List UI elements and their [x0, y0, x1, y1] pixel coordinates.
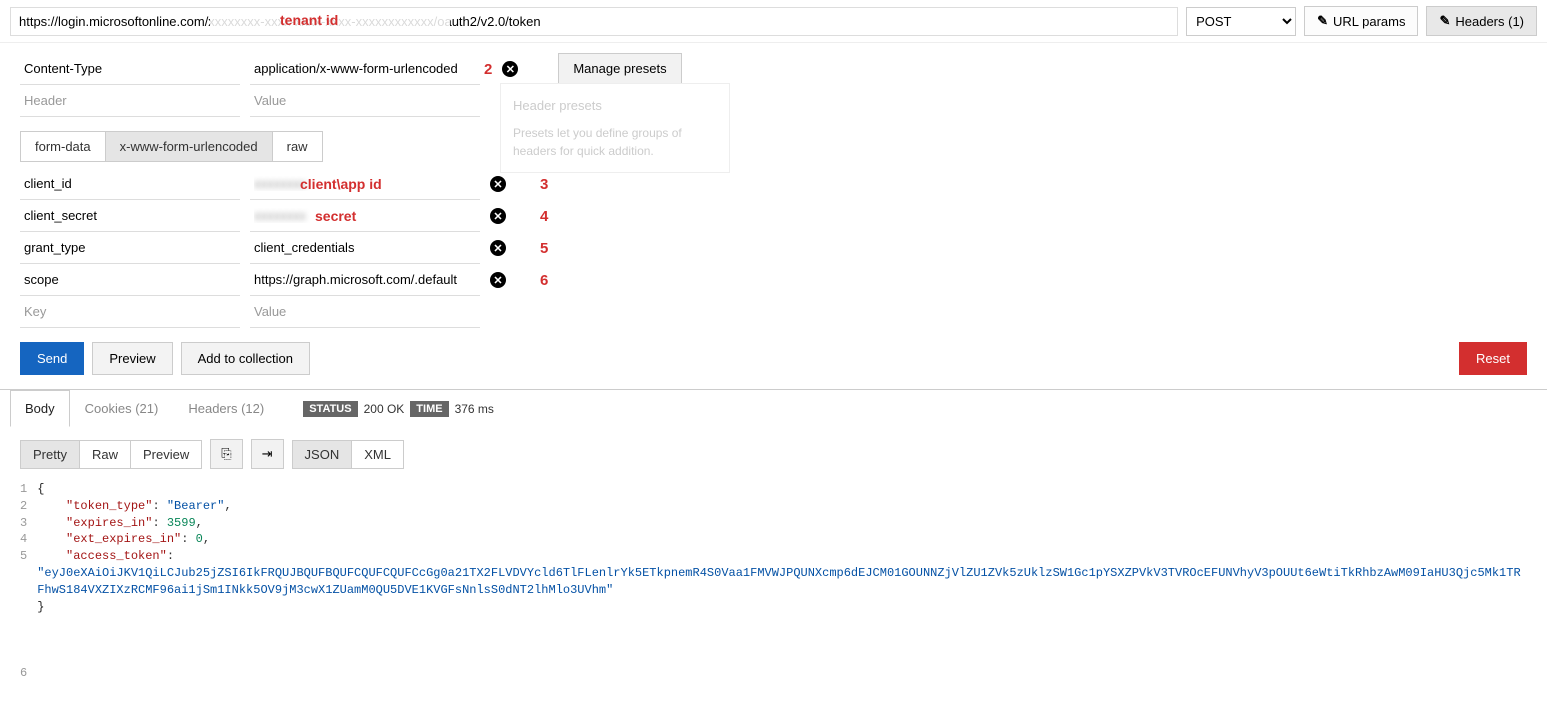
body-form-rows: client\app id ✕ 3 secret ✕ 4 ✕ 5 ✕ 6 — [0, 168, 1547, 328]
status-label-badge: STATUS — [303, 401, 357, 417]
body-type-tabs: form-data x-www-form-urlencoded raw — [20, 131, 323, 162]
http-method-select[interactable]: POST — [1186, 7, 1296, 36]
header-value-input[interactable] — [250, 85, 480, 117]
delete-icon[interactable]: ✕ — [490, 176, 506, 192]
url-input[interactable] — [10, 7, 1178, 36]
status-block: STATUS 200 OK TIME 376 ms — [303, 401, 494, 417]
reset-button[interactable]: Reset — [1459, 342, 1527, 375]
annotation-number: 3 — [540, 176, 548, 193]
response-tab-cookies[interactable]: Cookies (21) — [70, 390, 174, 427]
view-mode-group: Pretty Raw Preview — [20, 440, 202, 469]
header-value-input[interactable] — [250, 53, 480, 85]
format-group: JSON XML — [292, 440, 404, 469]
body-row: ✕ 5 — [20, 232, 1527, 264]
raw-button[interactable]: Raw — [80, 441, 131, 468]
response-toolbar: Pretty Raw Preview ⎘ ⇥ JSON XML — [0, 427, 1547, 477]
body-key-input[interactable] — [20, 296, 240, 328]
pretty-button[interactable]: Pretty — [21, 441, 80, 468]
delete-icon[interactable]: ✕ — [490, 240, 506, 256]
body-row-empty — [20, 296, 1527, 328]
body-value-input[interactable] — [250, 200, 480, 232]
annotation-number: 5 — [540, 240, 548, 257]
edit-icon: ✎ — [1317, 13, 1328, 29]
tab-form-data[interactable]: form-data — [21, 132, 106, 161]
headers-button[interactable]: ✎ Headers (1) — [1426, 6, 1537, 36]
body-key-input[interactable] — [20, 232, 240, 264]
action-row: Send Preview Add to collection Reset — [0, 328, 1547, 389]
url-params-button[interactable]: ✎ URL params — [1304, 6, 1418, 36]
add-collection-button[interactable]: Add to collection — [181, 342, 310, 375]
response-tab-headers[interactable]: Headers (12) — [173, 390, 279, 427]
body-value-input[interactable] — [250, 168, 480, 200]
body-key-input[interactable] — [20, 200, 240, 232]
response-tab-body[interactable]: Body — [10, 390, 70, 427]
header-row: 2 ✕ — [20, 53, 518, 85]
url-wrapper: tenant id — [10, 7, 1178, 36]
delete-icon[interactable]: ✕ — [490, 272, 506, 288]
header-key-input[interactable] — [20, 85, 240, 117]
edit-icon: ✎ — [1439, 13, 1450, 29]
preview-response-button[interactable]: Preview — [131, 441, 201, 468]
body-key-input[interactable] — [20, 264, 240, 296]
tooltip-title: Header presets — [513, 96, 717, 116]
response-tab-bar: Body Cookies (21) Headers (12) STATUS 20… — [0, 389, 1547, 427]
request-top-bar: tenant id POST ✎ URL params ✎ Headers (1… — [0, 0, 1547, 43]
headers-label: Headers (1) — [1455, 14, 1524, 29]
headers-table: 2 ✕ — [20, 53, 518, 117]
preview-button[interactable]: Preview — [92, 342, 172, 375]
delete-icon[interactable]: ✕ — [502, 61, 518, 77]
tab-raw[interactable]: raw — [273, 132, 322, 161]
header-key-input[interactable] — [20, 53, 240, 85]
line-gutter: 1 2 3 4 5 6 — [20, 481, 37, 682]
header-row-empty — [20, 85, 518, 117]
tab-urlencoded[interactable]: x-www-form-urlencoded — [106, 132, 273, 161]
body-value-input[interactable] — [250, 264, 480, 296]
body-row: client\app id ✕ 3 — [20, 168, 1527, 200]
send-button[interactable]: Send — [20, 342, 84, 375]
code-content[interactable]: { "token_type": "Bearer", "expires_in": … — [37, 481, 1527, 682]
tooltip-body: Presets let you define groups of headers… — [513, 124, 717, 160]
body-key-input[interactable] — [20, 168, 240, 200]
url-params-label: URL params — [1333, 14, 1405, 29]
json-button[interactable]: JSON — [293, 441, 353, 468]
body-row: secret ✕ 4 — [20, 200, 1527, 232]
annotation-number: 6 — [540, 272, 548, 289]
xml-button[interactable]: XML — [352, 441, 403, 468]
body-row: ✕ 6 — [20, 264, 1527, 296]
headers-section: 2 ✕ Manage presets Header presets Preset… — [0, 43, 1547, 117]
annotation-number: 4 — [540, 208, 548, 225]
response-code-area: 1 2 3 4 5 6 { "token_type": "Bearer", "e… — [0, 477, 1547, 702]
annotation-number: 2 — [484, 61, 492, 78]
body-value-input[interactable] — [250, 296, 480, 328]
copy-icon[interactable]: ⎘ — [210, 439, 242, 469]
status-value: 200 OK — [364, 402, 405, 416]
manage-presets-button[interactable]: Manage presets — [558, 53, 681, 84]
presets-tooltip: Header presets Presets let you define gr… — [500, 83, 730, 173]
time-value: 376 ms — [455, 402, 494, 416]
wrap-icon[interactable]: ⇥ — [251, 439, 284, 469]
delete-icon[interactable]: ✕ — [490, 208, 506, 224]
body-value-input[interactable] — [250, 232, 480, 264]
access-token-value: "eyJ0eXAiOiJKV1QiLCJub25jZSI6IkFRQUJBQUF… — [37, 565, 1527, 599]
time-label-badge: TIME — [410, 401, 448, 417]
